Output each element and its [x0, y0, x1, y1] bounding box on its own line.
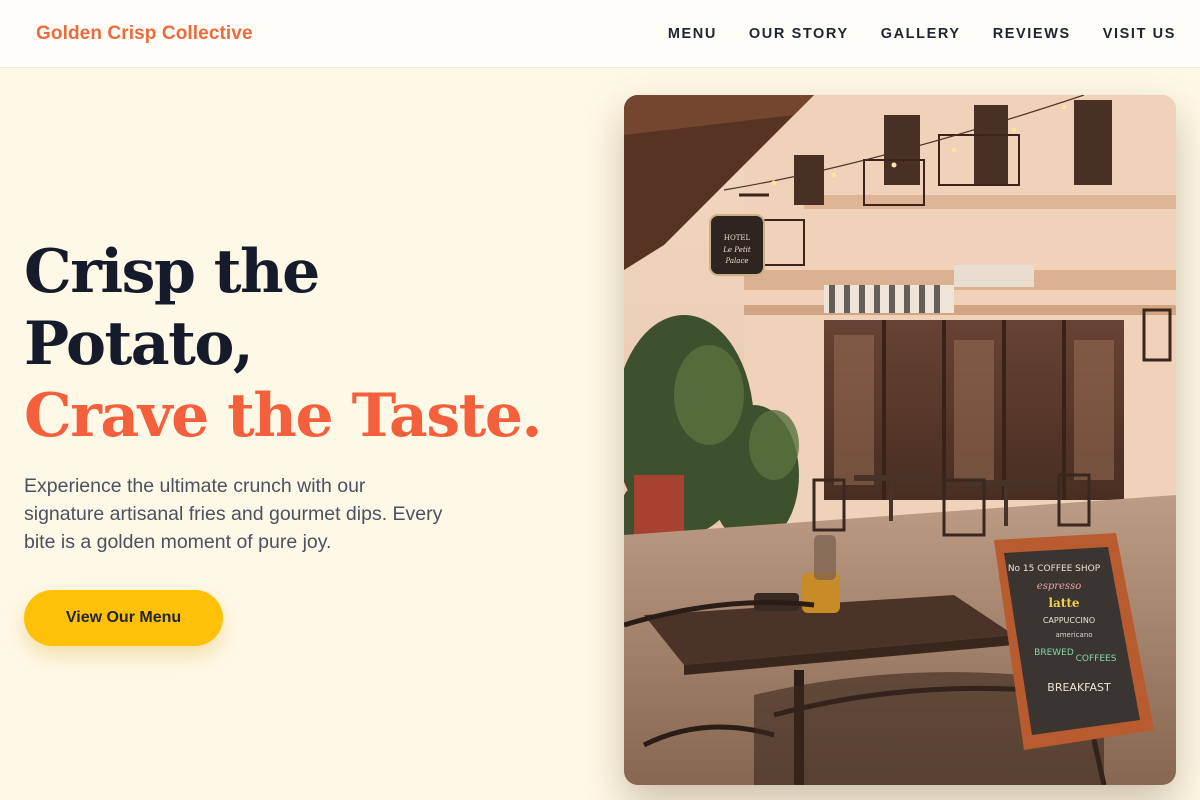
top-navbar: Golden Crisp Collective MENU OUR STORY G…: [0, 0, 1200, 68]
main-nav: MENU OUR STORY GALLERY REVIEWS VISIT US: [668, 25, 1176, 43]
nav-item-menu: MENU: [668, 25, 717, 43]
nav-link-visit-us[interactable]: VISIT US: [1103, 26, 1176, 42]
headline-line-1: Crisp the: [24, 237, 320, 307]
nav-link-menu[interactable]: MENU: [668, 26, 717, 42]
hero-subtext: Experience the ultimate crunch with our …: [24, 475, 443, 553]
cafe-street-illustration: HOTEL Le Petit Palace No 15 COFFEE SHOP …: [624, 95, 1176, 785]
nav-links: MENU OUR STORY GALLERY REVIEWS VISIT US: [668, 25, 1176, 43]
nav-item-reviews: REVIEWS: [993, 25, 1071, 43]
hero-text-block: Crisp the Potato, Crave the Taste. Exper…: [24, 236, 584, 556]
headline-line-2: Potato,: [24, 309, 254, 379]
hero-headline: Crisp the Potato, Crave the Taste.: [24, 236, 584, 452]
hero-cafe-photo: HOTEL Le Petit Palace No 15 COFFEE SHOP …: [624, 95, 1176, 785]
nav-link-reviews[interactable]: REVIEWS: [993, 26, 1071, 42]
nav-link-gallery[interactable]: GALLERY: [881, 26, 961, 42]
nav-item-visit-us: VISIT US: [1103, 25, 1176, 43]
brand-logo-link[interactable]: Golden Crisp Collective: [36, 23, 253, 45]
headline-accent: Crave the Taste.: [24, 381, 542, 451]
nav-item-our-story: OUR STORY: [749, 25, 849, 43]
nav-item-gallery: GALLERY: [881, 25, 961, 43]
nav-link-our-story[interactable]: OUR STORY: [749, 26, 849, 42]
view-menu-button[interactable]: View Our Menu: [24, 590, 223, 646]
